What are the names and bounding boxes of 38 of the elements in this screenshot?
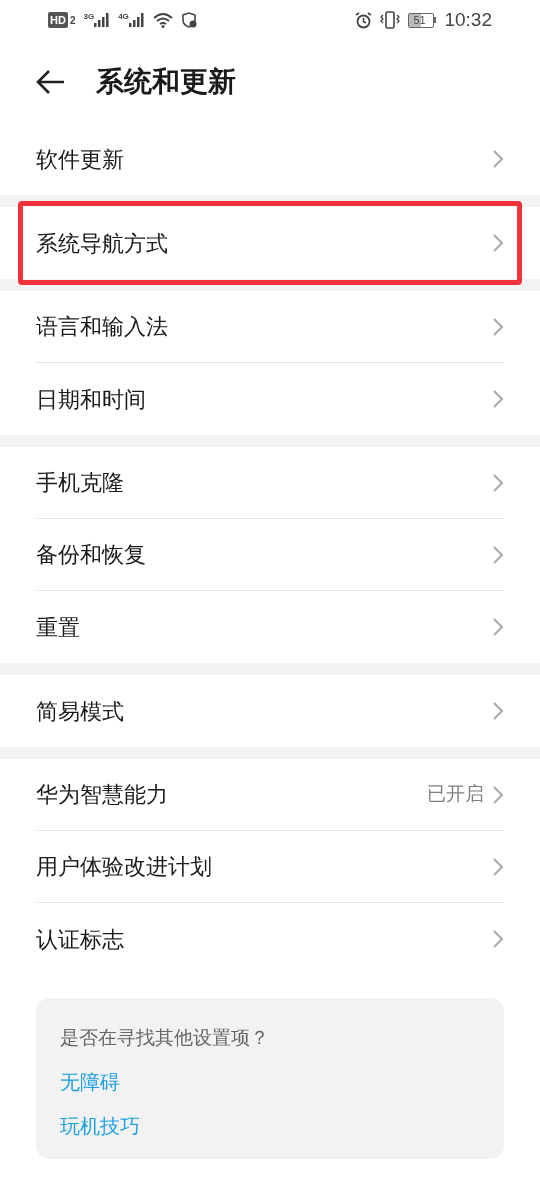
chevron-icon — [492, 233, 504, 253]
chevron-icon — [492, 701, 504, 721]
network-type: 3G — [83, 13, 95, 21]
battery-indicator: 51 — [408, 12, 435, 28]
signal-icon — [128, 13, 145, 27]
vibrate-icon — [380, 11, 401, 29]
status-text: 已开启 — [427, 782, 484, 807]
wifi-icon — [152, 12, 173, 28]
chevron-icon — [492, 389, 504, 409]
back-arrow-icon[interactable] — [36, 68, 66, 95]
chevron-icon — [492, 544, 504, 565]
shield-icon — [180, 12, 197, 28]
chevron-icon — [492, 472, 504, 493]
settings-item[interactable]: 认证标志 — [36, 903, 504, 975]
settings-item[interactable]: 华为智慧能力 已开启 — [36, 759, 504, 831]
hd-badge: HD — [48, 12, 68, 28]
settings-item[interactable]: 简易模式 — [36, 675, 504, 747]
clock-time: 10:32 — [444, 7, 492, 32]
chevron-icon — [492, 149, 504, 169]
chevron-icon — [492, 929, 504, 949]
alarm-icon — [355, 11, 373, 29]
sim-number: 2 — [69, 13, 76, 28]
network-type: 4G — [118, 13, 129, 21]
signal-icon — [94, 13, 111, 27]
page-title: 系统和更新 — [96, 64, 236, 99]
chevron-icon — [492, 617, 504, 637]
chevron-icon — [492, 784, 504, 805]
chevron-icon — [492, 316, 504, 337]
settings-item[interactable]: 手机克隆 — [36, 447, 504, 519]
settings-item[interactable]: 语言和输入法 — [36, 291, 504, 363]
suggestion-question: 是否在寻找其他设置项？ — [60, 1026, 270, 1050]
settings-item[interactable]: 备份和恢复 — [36, 519, 504, 591]
settings-item[interactable]: 用户体验改进计划 — [36, 831, 504, 903]
settings-item[interactable]: 日期和时间 — [36, 363, 504, 435]
settings-item[interactable]: 软件更新 — [36, 123, 504, 195]
settings-item[interactable]: 系统导航方式 — [36, 207, 504, 279]
chevron-icon — [492, 856, 504, 877]
settings-item[interactable]: 重置 — [36, 591, 504, 663]
